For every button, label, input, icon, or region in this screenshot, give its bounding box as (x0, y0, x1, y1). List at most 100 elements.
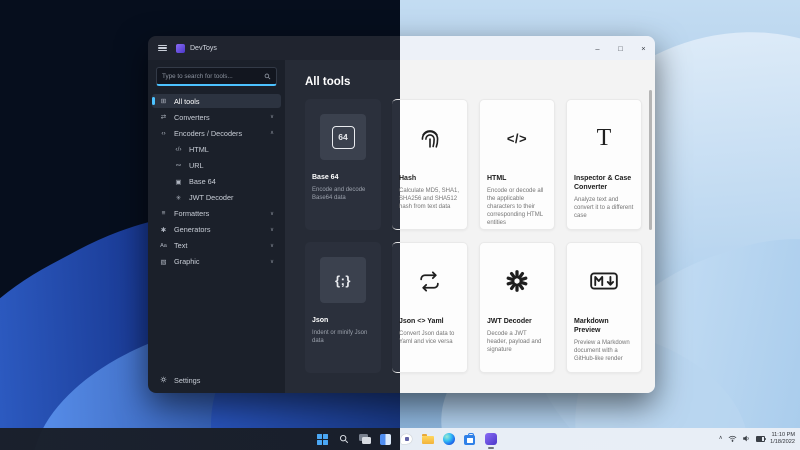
tray-date: 1/18/2022 (770, 439, 795, 445)
chevron-down-icon: ∨ (269, 114, 274, 121)
sidebar-nav: ⊞ All tools ⇄ Converters ∨ ‹› Encoders /… (148, 93, 285, 270)
repeat-arrows-icon (407, 258, 453, 304)
base64-subitem-icon: ▣ (175, 178, 182, 186)
hamburger-menu-icon[interactable] (158, 44, 167, 52)
desktop: DevToys – □ × ⊞ All tools (0, 0, 800, 450)
network-icon[interactable] (728, 430, 737, 448)
chevron-up-icon: ∧ (269, 130, 274, 137)
chat-icon[interactable] (400, 433, 413, 446)
main-content: All tools 64 Base 64 Encode and decode B… (285, 60, 655, 393)
volume-icon[interactable] (742, 430, 751, 448)
sidebar: ⊞ All tools ⇄ Converters ∨ ‹› Encoders /… (148, 60, 285, 393)
jwt-subitem-icon: ✳ (175, 194, 182, 202)
card-title: Base 64 (312, 174, 339, 181)
search-box[interactable] (156, 67, 277, 86)
all-tools-icon: ⊞ (160, 98, 167, 106)
sidebar-item-converters[interactable]: ⇄ Converters ∨ (152, 110, 281, 125)
formatters-icon: ≡ (161, 210, 166, 218)
tool-card-json[interactable]: {;} Json Indent or minify Json data (305, 242, 381, 373)
sidebar-item-formatters[interactable]: ≡ Formatters ∨ (152, 206, 281, 221)
sidebar-item-label: Formatters (174, 209, 210, 219)
battery-icon[interactable] (755, 435, 766, 443)
sidebar-item-label: JWT Decoder (189, 193, 234, 203)
edge-browser-icon[interactable] (442, 433, 455, 446)
start-button-icon[interactable] (316, 433, 329, 446)
hidden-icons-chevron-icon[interactable]: ∧ (719, 436, 723, 442)
maximize-button[interactable]: □ (609, 36, 632, 60)
sidebar-item-label: Graphic (174, 257, 200, 267)
sidebar-item-label: HTML (189, 144, 209, 154)
titlebar[interactable]: DevToys – □ × (148, 36, 655, 60)
sidebar-item-text[interactable]: Aa Text ∨ (152, 239, 281, 254)
close-button[interactable]: × (632, 36, 655, 60)
devtoys-taskbar-icon[interactable] (484, 433, 497, 449)
chevron-down-icon: ∨ (269, 258, 274, 265)
task-view-icon[interactable] (358, 433, 371, 446)
card-title: Json (312, 317, 329, 324)
tool-card-inspector-case-converter[interactable]: T Inspector & Case Converter Analyze tex… (566, 99, 642, 230)
card-title: HTML (487, 175, 507, 182)
markdown-icon (581, 258, 627, 304)
vertical-scrollbar[interactable] (649, 90, 652, 230)
taskbar: ∧ 11:10 PM 1/18/2022 (0, 428, 800, 450)
card-title: Inspector & Case Converter (574, 175, 632, 191)
gear-icon (159, 376, 168, 385)
code-icon: </> (506, 130, 528, 146)
sidebar-item-label: URL (189, 160, 204, 170)
taskbar-search-icon[interactable] (337, 433, 350, 446)
tools-grid: 64 Base 64 Encode and decode Base64 data (305, 99, 655, 373)
converters-icon: ⇄ (160, 114, 167, 122)
search-input[interactable] (162, 72, 264, 80)
window-title: DevToys (190, 44, 217, 52)
file-explorer-icon[interactable] (421, 433, 434, 446)
fingerprint-icon (407, 115, 453, 161)
sidebar-item-settings[interactable]: Settings (152, 374, 281, 389)
chevron-down-icon: ∨ (269, 242, 274, 249)
sidebar-item-base64[interactable]: ▣ Base 64 (152, 174, 281, 189)
taskbar-center-icons (316, 428, 497, 450)
sidebar-item-all-tools[interactable]: ⊞ All tools (152, 93, 281, 109)
tool-card-hash[interactable]: Hash Calculate MD5, SHA1, SHA256 and SHA… (392, 99, 468, 230)
devtoys-window: DevToys – □ × ⊞ All tools (148, 36, 655, 393)
sidebar-item-generators[interactable]: ✱ Generators ∨ (152, 223, 281, 238)
card-title: JWT Decoder (487, 318, 532, 325)
text-icon: Aa (160, 242, 167, 249)
chevron-down-icon: ∨ (269, 226, 274, 233)
devtoys-logo-icon (176, 43, 185, 53)
sidebar-item-html[interactable]: ‹/› HTML (152, 142, 281, 157)
card-description: Convert Json data to Yaml and vice versa (399, 330, 455, 345)
burst-icon (494, 258, 540, 304)
sidebar-item-label: Settings (174, 376, 201, 386)
url-subitem-icon: ∾ (175, 162, 182, 170)
sidebar-item-label: Text (174, 241, 188, 251)
sidebar-item-graphic[interactable]: ▧ Graphic ∨ (152, 255, 281, 270)
widgets-icon[interactable] (379, 433, 392, 446)
card-title: Hash (399, 175, 417, 182)
sidebar-item-jwt-decoder[interactable]: ✳ JWT Decoder (152, 190, 281, 205)
sidebar-item-label: Converters (174, 112, 210, 122)
html-subitem-icon: ‹/› (175, 145, 182, 153)
taskbar-clock[interactable]: 11:10 PM 1/18/2022 (770, 432, 795, 447)
page-title: All tools (305, 76, 351, 88)
tool-card-markdown-preview[interactable]: Markdown Preview Preview a Markdown docu… (566, 242, 642, 373)
search-icon (264, 73, 271, 79)
card-description: Calculate MD5, SHA1, SHA256 and SHA512 h… (399, 187, 460, 210)
tool-card-json-yaml[interactable]: Json <> Yaml Convert Json data to Yaml a… (392, 242, 468, 373)
sidebar-item-encoders-decoders[interactable]: ‹› Encoders / Decoders ∧ (152, 126, 281, 141)
encoders-decoders-icon: ‹› (161, 129, 166, 137)
card-description: Encode and decode Base64 data (312, 186, 366, 201)
system-tray: ∧ 11:10 PM 1/18/2022 (719, 428, 795, 450)
base64-icon: 64 (320, 114, 366, 160)
card-description: Analyze text and convert it to a differe… (574, 196, 634, 219)
card-description: Encode or decode all the applicable char… (487, 187, 544, 227)
graphic-icon: ▧ (160, 258, 167, 266)
letter-t-icon: T (596, 124, 612, 151)
tool-card-base64[interactable]: 64 Base 64 Encode and decode Base64 data (305, 99, 381, 230)
json-braces-icon: {;} (320, 257, 366, 303)
tool-card-jwt-decoder[interactable]: JWT Decoder Decode a JWT header, payload… (479, 242, 555, 373)
microsoft-store-icon[interactable] (463, 432, 476, 446)
tool-card-html[interactable]: </> HTML Encode or decode all the applic… (479, 99, 555, 230)
sidebar-item-url[interactable]: ∾ URL (152, 158, 281, 173)
minimize-button[interactable]: – (586, 36, 609, 60)
card-description: Decode a JWT header, payload and signatu… (487, 330, 542, 353)
